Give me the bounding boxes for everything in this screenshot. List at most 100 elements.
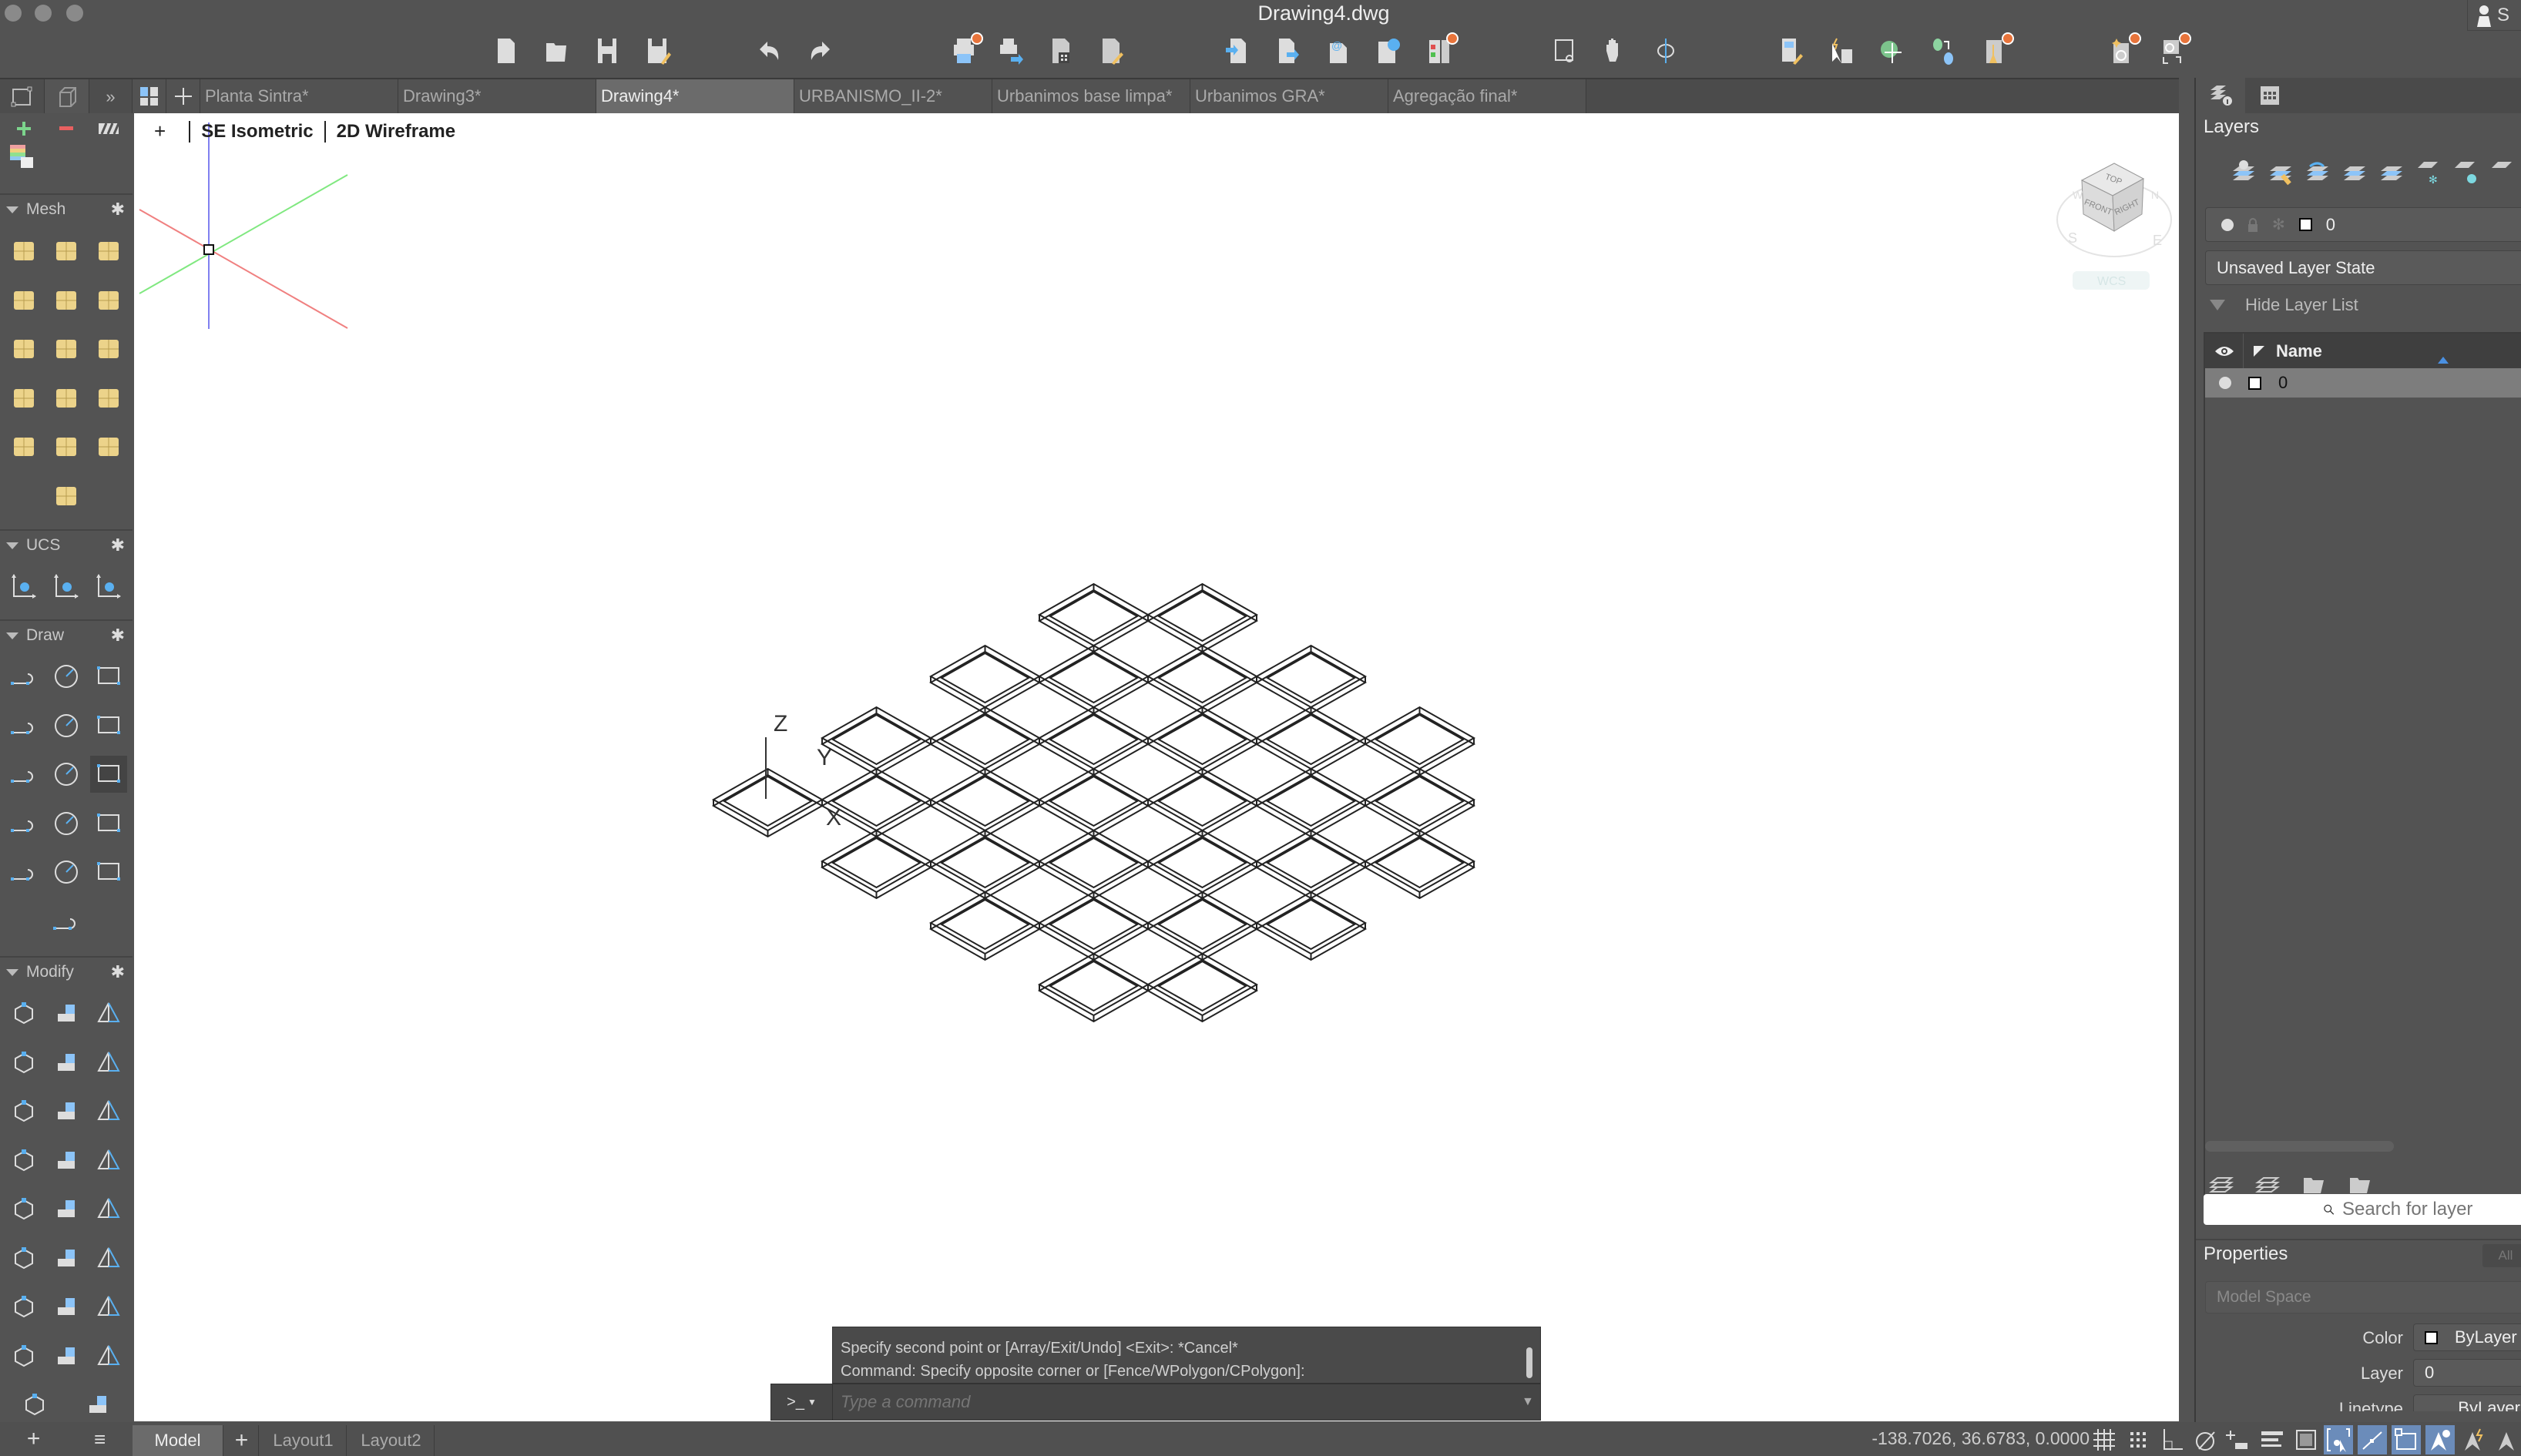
layer-states-button[interactable] <box>2208 1172 2236 1196</box>
annotation-scale-toggle[interactable] <box>2493 1425 2521 1454</box>
layer-match-button[interactable] <box>2267 159 2294 186</box>
pan-button[interactable] <box>1600 35 1630 66</box>
dynamic-input-toggle[interactable] <box>2222 1425 2251 1454</box>
transparency-toggle[interactable] <box>2291 1425 2321 1454</box>
snap-toggle[interactable] <box>2123 1425 2153 1454</box>
layer-properties-tool[interactable] <box>3 138 40 175</box>
page-setup-button[interactable] <box>1046 35 1076 66</box>
multiline-tool[interactable] <box>90 854 127 891</box>
layer-off-button[interactable] <box>2452 159 2479 186</box>
mirror-tool[interactable] <box>5 1142 42 1179</box>
viewport-menu-button[interactable]: + <box>154 119 166 143</box>
new-layer-button[interactable] <box>2230 159 2257 186</box>
document-tab[interactable]: URBANISMO_II-2* <box>794 79 992 113</box>
layer-row[interactable]: 0 <box>2205 368 2521 398</box>
auto-scale-toggle[interactable] <box>2459 1425 2489 1454</box>
palette-section-ucs[interactable]: UCS ✱ <box>0 529 133 560</box>
polar-toggle[interactable] <box>2192 1425 2221 1454</box>
fillet-tool[interactable] <box>5 1190 42 1227</box>
mesh-smooth-more-tool[interactable] <box>5 330 42 367</box>
document-tab[interactable]: Agregação final* <box>1388 79 1586 113</box>
open-drawing-button[interactable] <box>542 35 571 66</box>
zoom-window-button[interactable] <box>1549 35 1579 66</box>
layer-visible-icon[interactable] <box>2219 377 2231 389</box>
tab-overview-button[interactable] <box>133 79 166 113</box>
ucs-3point-tool[interactable] <box>90 568 127 605</box>
command-input[interactable] <box>833 1384 1522 1420</box>
line-tool[interactable] <box>5 756 42 793</box>
find-replace-button[interactable] <box>2107 32 2141 66</box>
layer-search-input[interactable] <box>2342 1199 2521 1220</box>
ucs-rotate-x-tool[interactable] <box>48 568 85 605</box>
circle-tool[interactable] <box>48 658 85 695</box>
new-tab-button[interactable] <box>166 79 200 113</box>
ortho-toggle[interactable] <box>2157 1425 2187 1454</box>
helix-tool[interactable] <box>89 756 127 793</box>
document-tab[interactable]: Urbanimos GRA* <box>1190 79 1388 113</box>
mesh-smooth-less-tool[interactable] <box>48 330 85 367</box>
stretch-tool[interactable] <box>90 1142 127 1179</box>
viewcube[interactable]: TOP FRONT RIGHT S E W N WCS <box>2043 148 2179 302</box>
command-prompt-menu[interactable]: >_ ▼ <box>771 1384 833 1420</box>
save-as-button[interactable] <box>643 35 672 66</box>
color-column-icon[interactable] <box>2253 345 2265 357</box>
selection-context[interactable]: Model Space <box>2205 1281 2521 1313</box>
mesh-split-face-tool[interactable] <box>90 379 127 416</box>
mesh-tabulated-tool[interactable] <box>48 281 85 318</box>
convert-tool[interactable] <box>5 1337 42 1374</box>
visual-style-menu[interactable]: 2D Wireframe <box>337 121 456 143</box>
gear-icon[interactable]: ✱ <box>111 962 125 982</box>
layout-tab[interactable]: Layout1 <box>260 1425 347 1456</box>
palette-options-button[interactable]: ≡ <box>94 1427 106 1451</box>
publish-web-button[interactable] <box>1374 35 1403 66</box>
compass-south[interactable]: S <box>2068 230 2077 246</box>
xline-tool[interactable] <box>5 854 42 891</box>
document-tab[interactable]: Drawing3* <box>398 79 596 113</box>
mesh-refine-tool[interactable] <box>90 330 127 367</box>
edit-page-setup-button[interactable] <box>1096 35 1126 66</box>
add-layout-button[interactable]: + <box>225 1425 259 1456</box>
document-tab[interactable]: Planta Sintra* <box>200 79 398 113</box>
save-button[interactable] <box>592 35 622 66</box>
trim-tool[interactable] <box>48 1190 85 1227</box>
document-tab[interactable]: Drawing4* <box>596 79 794 113</box>
join-tool[interactable] <box>90 1288 127 1325</box>
open-layer-file-button[interactable] <box>2301 1172 2328 1196</box>
slice-tool[interactable] <box>90 1044 127 1081</box>
ucs-world-tool[interactable] <box>5 568 42 605</box>
mesh-box-tool[interactable] <box>5 232 42 269</box>
mesh-merge-face-tool[interactable] <box>5 428 42 465</box>
layout-tab[interactable]: Model <box>133 1425 223 1456</box>
lineweight-toggle[interactable] <box>2257 1425 2287 1454</box>
ellipse-tool[interactable] <box>48 756 85 793</box>
import-button[interactable] <box>1223 35 1252 66</box>
presspull-tool[interactable] <box>48 1044 85 1081</box>
layer-unisolate-button[interactable] <box>2378 159 2405 186</box>
linetype-dropdown[interactable]: ByLayer <box>2413 1394 2521 1411</box>
command-history-dropdown[interactable]: ▼ <box>1522 1384 1540 1420</box>
3d-osnap-toggle[interactable] <box>2358 1425 2387 1454</box>
reverse-tool[interactable] <box>16 1386 53 1423</box>
arc-tool[interactable] <box>48 707 85 744</box>
sketch-tool[interactable] <box>48 903 85 940</box>
layer-search-field[interactable] <box>2204 1194 2521 1225</box>
polyline-tool[interactable] <box>5 658 42 695</box>
gear-icon[interactable]: ✱ <box>111 626 125 646</box>
etransmit-button[interactable]: @ <box>1324 35 1353 66</box>
sheet-set-button[interactable] <box>1425 32 1459 66</box>
properties-filter-all[interactable]: All <box>2482 1244 2521 1267</box>
draw-order-tool[interactable] <box>79 1386 116 1423</box>
compass-west[interactable]: W <box>2073 189 2083 201</box>
gear-icon[interactable]: ✱ <box>111 535 125 555</box>
scale-tool[interactable] <box>5 1288 42 1325</box>
document-tab[interactable]: Urbanimos base limpa* <box>992 79 1190 113</box>
purge-button[interactable] <box>1980 32 2014 66</box>
mesh-triangulate-tool[interactable] <box>48 477 85 514</box>
mesh-smooth-tool[interactable] <box>90 281 127 318</box>
coordinate-readout[interactable]: -138.7026, 36.6783, 0.0000 <box>1871 1428 2090 1449</box>
offset-tool[interactable] <box>90 1190 127 1227</box>
dynamic-ucs-toggle[interactable] <box>2392 1425 2421 1454</box>
copy-tool[interactable] <box>90 1092 127 1129</box>
extrude-tool[interactable] <box>5 1044 42 1081</box>
move-tool[interactable] <box>48 1092 85 1129</box>
